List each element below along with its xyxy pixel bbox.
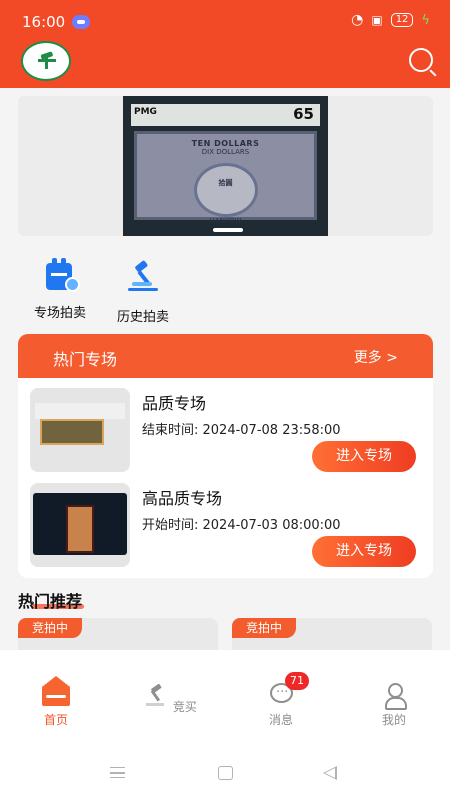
recommend-title: 热门推荐 [18, 592, 83, 611]
auction-hammer-icon [128, 260, 158, 291]
tab-home[interactable]: 首页 [26, 676, 86, 728]
home-icon [42, 676, 70, 708]
grading-label: PMG 65 [131, 104, 320, 126]
tab-label: 消息 [268, 713, 293, 727]
history-auction-button[interactable]: 历史拍卖 [103, 258, 183, 325]
session-thumbnail [30, 483, 130, 567]
more-link[interactable]: 更多 > [354, 347, 398, 367]
auction-icon [146, 683, 165, 706]
special-auction-button[interactable]: 专场拍卖 [20, 258, 100, 324]
banknote-location: HANKOW [209, 217, 242, 225]
charging-icon: ϟ [421, 12, 430, 28]
tab-label: 我的 [381, 713, 406, 727]
auction-session-item[interactable]: 高品质专场 开始时间: 2024-07-03 08:00:00 进入专场 [30, 483, 420, 567]
tab-label: 首页 [43, 713, 68, 727]
banknote-image: PMG 65 TEN DOLLARS DIX DOLLARS 拾圓 HANKOW [123, 96, 328, 236]
clock-icon [65, 277, 80, 292]
tab-auction[interactable]: 竞买 [139, 680, 199, 715]
user-icon [380, 680, 408, 710]
calendar-clock-icon [42, 258, 80, 294]
banknote-art [66, 505, 94, 553]
hot-special-section: 热门专场 更多 > 品质专场 结束时间: 2024-07-08 23:58:00… [18, 334, 433, 578]
home-shape [42, 676, 70, 706]
search-icon[interactable] [409, 48, 433, 72]
status-time: 16:00 [22, 13, 66, 31]
recent-apps-icon[interactable] [110, 767, 125, 778]
enter-session-button[interactable]: 进入专场 [312, 441, 416, 472]
message-count-badge: 71 [285, 672, 309, 690]
banknote-center: 拾圓 [193, 163, 258, 217]
session-time: 结束时间: 2024-07-08 23:58:00 [142, 423, 341, 438]
message-app-icon [72, 15, 90, 29]
hot-section-header: 热门专场 更多 > [18, 334, 433, 378]
enter-session-button[interactable]: 进入专场 [312, 536, 416, 567]
session-title: 高品质专场 [142, 489, 223, 508]
recommend-card[interactable]: 竞拍中 [232, 618, 432, 650]
back-icon[interactable] [323, 766, 337, 780]
calendar-line [51, 273, 67, 276]
banknote-thumbnail [33, 493, 127, 555]
carousel-indicator [213, 228, 243, 232]
banknote-thumbnail [40, 419, 104, 445]
status-icons: ◔ ▣ 12 ϟ [351, 12, 430, 28]
system-navigation-bar [0, 736, 450, 800]
wifi-icon: ◔ [351, 12, 364, 28]
session-thumbnail [30, 388, 130, 472]
battery-icon: 12 [390, 13, 414, 27]
status-bar: 16:00 ◔ ▣ 12 ϟ [0, 0, 450, 44]
quick-action-label: 历史拍卖 [116, 310, 169, 325]
home-button-icon[interactable] [218, 766, 233, 780]
signal-icon: ▣ [371, 13, 383, 27]
user-shape [385, 683, 407, 710]
session-time: 开始时间: 2024-07-03 08:00:00 [142, 518, 341, 533]
banknote-subtitle: DIX DOLLARS [201, 148, 250, 156]
quick-action-label: 专场拍卖 [33, 306, 86, 321]
auction-session-item[interactable]: 品质专场 结束时间: 2024-07-08 23:58:00 进入专场 [30, 388, 420, 472]
banknote-face: TEN DOLLARS DIX DOLLARS 拾圓 HANKOW [134, 131, 317, 225]
hammer-logo-icon [38, 51, 56, 69]
tab-label: 竞买 [172, 700, 197, 714]
app-logo[interactable] [21, 41, 71, 81]
hot-section-title: 热门专场 [53, 350, 118, 369]
bidding-badge: 竞拍中 [18, 618, 82, 638]
tab-profile[interactable]: 我的 [364, 680, 424, 728]
banknote-title: TEN DOLLARS [191, 139, 260, 148]
thumbnail-label [35, 403, 125, 419]
session-title: 品质专场 [142, 394, 207, 413]
recommend-card[interactable]: 竞拍中 [18, 618, 218, 650]
note-grade: 65 [293, 105, 314, 123]
bidding-badge: 竞拍中 [232, 618, 296, 638]
top-header: 16:00 ◔ ▣ 12 ϟ [0, 0, 450, 88]
note-brand: PMG [134, 107, 157, 117]
bottom-tab-bar: 首页 竞买 消息 我的 [0, 650, 450, 736]
banner-carousel[interactable]: PMG 65 TEN DOLLARS DIX DOLLARS 拾圓 HANKOW [18, 96, 433, 236]
